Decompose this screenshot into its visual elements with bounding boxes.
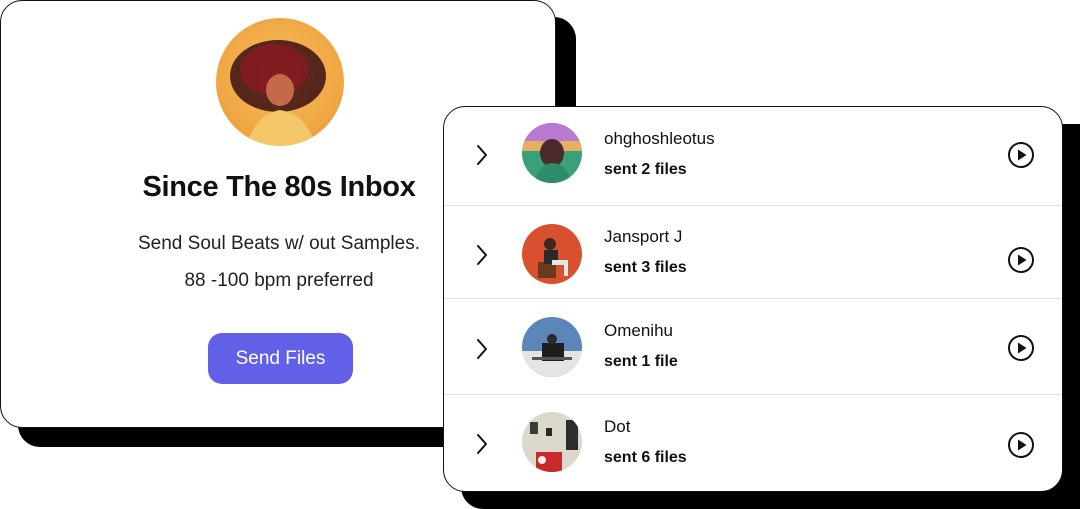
- play-circle-icon[interactable]: [1007, 141, 1035, 169]
- sender-list: ohghoshleotus sent 2 files Jansport J se…: [443, 106, 1063, 492]
- chevron-right-icon[interactable]: [474, 244, 490, 266]
- chevron-right-icon[interactable]: [474, 338, 490, 360]
- play-circle-icon[interactable]: [1007, 246, 1035, 274]
- send-files-button[interactable]: Send Files: [208, 333, 353, 384]
- sender-row[interactable]: Dot sent 6 files: [444, 395, 1062, 491]
- sender-file-count: sent 3 files: [604, 259, 687, 276]
- sender-name: Dot: [604, 417, 631, 436]
- sender-name: Jansport J: [604, 227, 683, 246]
- sender-name: Omenihu: [604, 321, 673, 340]
- chevron-right-icon[interactable]: [474, 433, 490, 455]
- inbox-avatar: [216, 18, 344, 146]
- sender-row[interactable]: Jansport J sent 3 files: [444, 206, 1062, 299]
- play-circle-icon[interactable]: [1007, 334, 1035, 362]
- sender-avatar: [522, 224, 582, 284]
- play-circle-icon[interactable]: [1007, 431, 1035, 459]
- chevron-right-icon[interactable]: [474, 144, 490, 166]
- sender-avatar: [522, 412, 582, 472]
- sender-avatar: [522, 317, 582, 377]
- sender-row[interactable]: Omenihu sent 1 file: [444, 299, 1062, 395]
- sender-name: ohghoshleotus: [604, 129, 715, 148]
- sender-file-count: sent 2 files: [604, 161, 687, 178]
- sender-file-count: sent 1 file: [604, 353, 678, 370]
- sender-file-count: sent 6 files: [604, 449, 687, 466]
- sender-avatar: [522, 123, 582, 183]
- sender-row[interactable]: ohghoshleotus sent 2 files: [444, 107, 1062, 206]
